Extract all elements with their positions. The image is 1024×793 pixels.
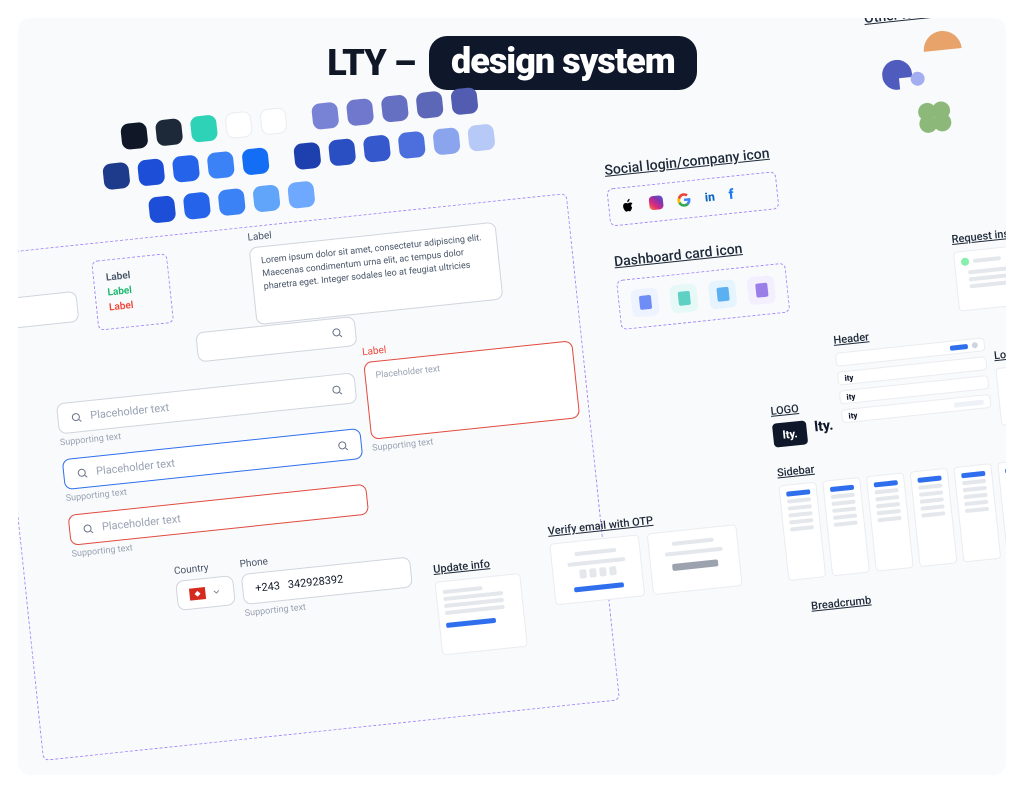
shape-icon (917, 100, 956, 132)
input-focus-placeholder: Placeholder text (95, 457, 175, 478)
other-icons-block: Other icons (863, 18, 995, 134)
login-heading: Login/sign up (993, 337, 1006, 362)
labels-frame: Label Label Label (91, 253, 174, 331)
phone-number: 342928392 (287, 573, 344, 592)
chevron-down-icon (211, 586, 222, 597)
title-light: LTY – (327, 42, 415, 84)
facebook-icon: f (728, 187, 735, 203)
input-error-placeholder: Placeholder text (101, 512, 181, 533)
swatch (397, 131, 426, 160)
update-info-block: Update info (433, 554, 528, 655)
shape-icon (922, 29, 962, 52)
document-icon (677, 291, 690, 306)
swatch (311, 102, 340, 131)
phone-prefix: +243 (255, 579, 281, 595)
apple-icon (621, 197, 637, 214)
header-block: Header ity ity ity (833, 318, 992, 423)
update-info-card (435, 573, 528, 656)
linkedin-icon: in (704, 190, 715, 205)
input-default-placeholder: Placeholder text (90, 401, 170, 422)
dashboard-block: Dashboard card icon (613, 237, 790, 330)
sidebar-col (778, 482, 826, 581)
swatch (293, 142, 322, 171)
search-icon (336, 439, 349, 452)
sidebar-col (953, 463, 1001, 562)
logo-light: lty. (814, 417, 835, 443)
flag-icon (189, 587, 206, 601)
swatch (259, 107, 288, 136)
swatch (380, 94, 409, 123)
shape-icon (910, 71, 925, 86)
otp-card (549, 534, 645, 605)
swatch (120, 122, 149, 151)
search-icon (81, 522, 94, 535)
logo-block: LOGO lty. lty. (770, 399, 835, 448)
search-icon (76, 466, 89, 479)
search-icon (330, 326, 343, 339)
swatch (155, 118, 184, 147)
document-icon (638, 295, 651, 310)
swatch (346, 98, 375, 127)
sidebar-col (910, 468, 958, 567)
search-icon (70, 410, 83, 423)
google-icon (676, 192, 691, 207)
request-block: Request insurance card (951, 217, 1006, 311)
shape-icon (881, 58, 914, 91)
swatch (328, 138, 357, 167)
search-icon (330, 383, 343, 396)
swatch (148, 195, 177, 224)
label-error: Label (109, 297, 160, 313)
swatch (415, 91, 444, 120)
country-field: Country (173, 560, 235, 611)
swatch (206, 151, 235, 180)
country-select[interactable] (175, 575, 236, 611)
logo-dark: lty. (772, 420, 808, 447)
logo-heading: LOGO (770, 399, 832, 418)
swatch (224, 111, 253, 140)
swatch (467, 123, 496, 152)
design-system-canvas: LTY – design system (18, 18, 1006, 775)
sidebar-col (866, 472, 914, 571)
swatch (363, 134, 392, 163)
breadcrumb-heading: Breadcrumb (811, 593, 872, 612)
otp-card (647, 524, 743, 595)
social-block: Social login/company icon in f (604, 145, 780, 226)
swatch (172, 154, 201, 183)
breadcrumb-block: Breadcrumb (811, 593, 872, 612)
label-success: Label (107, 282, 158, 298)
swatch (287, 180, 316, 209)
swatch (450, 87, 479, 116)
request-heading: Request insurance card (951, 217, 1006, 246)
textarea-error-block: Label Placeholder text Supporting text (362, 325, 582, 453)
request-card (953, 236, 1006, 311)
swatch (190, 114, 219, 143)
swatch (102, 162, 131, 191)
document-icon (755, 283, 768, 298)
social-frame: in f (606, 171, 779, 227)
swatch (183, 191, 212, 220)
swatch (137, 158, 166, 187)
swatch (241, 147, 270, 176)
swatch (252, 184, 281, 213)
login-block: Login/sign up (993, 337, 1006, 426)
sidebar-block: Sidebar (776, 440, 1006, 581)
sidebar-col (822, 477, 870, 576)
login-card (995, 356, 1006, 426)
label-default: Label (105, 267, 156, 283)
dashboard-frame (616, 263, 790, 330)
instagram-icon (648, 195, 663, 210)
swatch (217, 188, 246, 217)
document-icon (716, 287, 729, 302)
swatch (432, 127, 461, 156)
